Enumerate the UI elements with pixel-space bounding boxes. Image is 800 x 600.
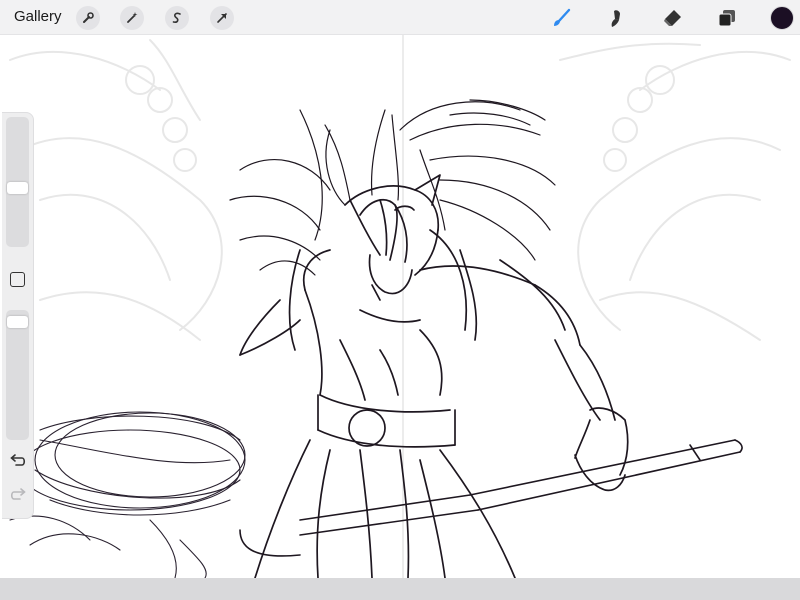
eraser-tool-button[interactable] <box>659 5 685 31</box>
top-toolbar: Gallery <box>0 0 800 35</box>
figure-sketch <box>239 174 629 578</box>
brush-size-slider[interactable] <box>6 117 29 247</box>
wrench-icon <box>83 12 94 23</box>
sketch-artwork <box>9 33 791 578</box>
brush-opacity-slider[interactable] <box>6 310 29 440</box>
broom-sketch <box>239 439 743 557</box>
transform-button[interactable] <box>210 6 234 30</box>
adjustments-button[interactable] <box>120 6 144 30</box>
redo-icon[interactable] <box>8 487 28 505</box>
brush-size-handle[interactable] <box>7 182 28 194</box>
bottom-edge <box>0 578 800 600</box>
transform-arrow-icon <box>217 13 227 23</box>
modify-button[interactable] <box>10 272 25 287</box>
broom-head-scribble <box>9 411 246 578</box>
drawing-canvas[interactable] <box>0 0 800 578</box>
brush-tool-button[interactable] <box>548 5 574 31</box>
smudge-tool-button[interactable] <box>604 5 630 31</box>
color-picker-button[interactable] <box>770 6 794 30</box>
selection-button[interactable] <box>165 6 189 30</box>
actions-button[interactable] <box>76 6 100 30</box>
brush-opacity-handle[interactable] <box>7 316 28 328</box>
layers-button[interactable] <box>714 5 740 31</box>
undo-icon[interactable] <box>8 453 28 471</box>
smudge-icon <box>611 10 620 27</box>
gallery-button[interactable]: Gallery <box>14 8 62 25</box>
layers-icon <box>718 10 735 27</box>
brush-icon <box>554 8 571 26</box>
eraser-icon <box>664 10 681 26</box>
selection-s-icon <box>172 12 181 23</box>
magic-wand-icon <box>127 12 138 23</box>
left-sidebar <box>2 112 34 519</box>
